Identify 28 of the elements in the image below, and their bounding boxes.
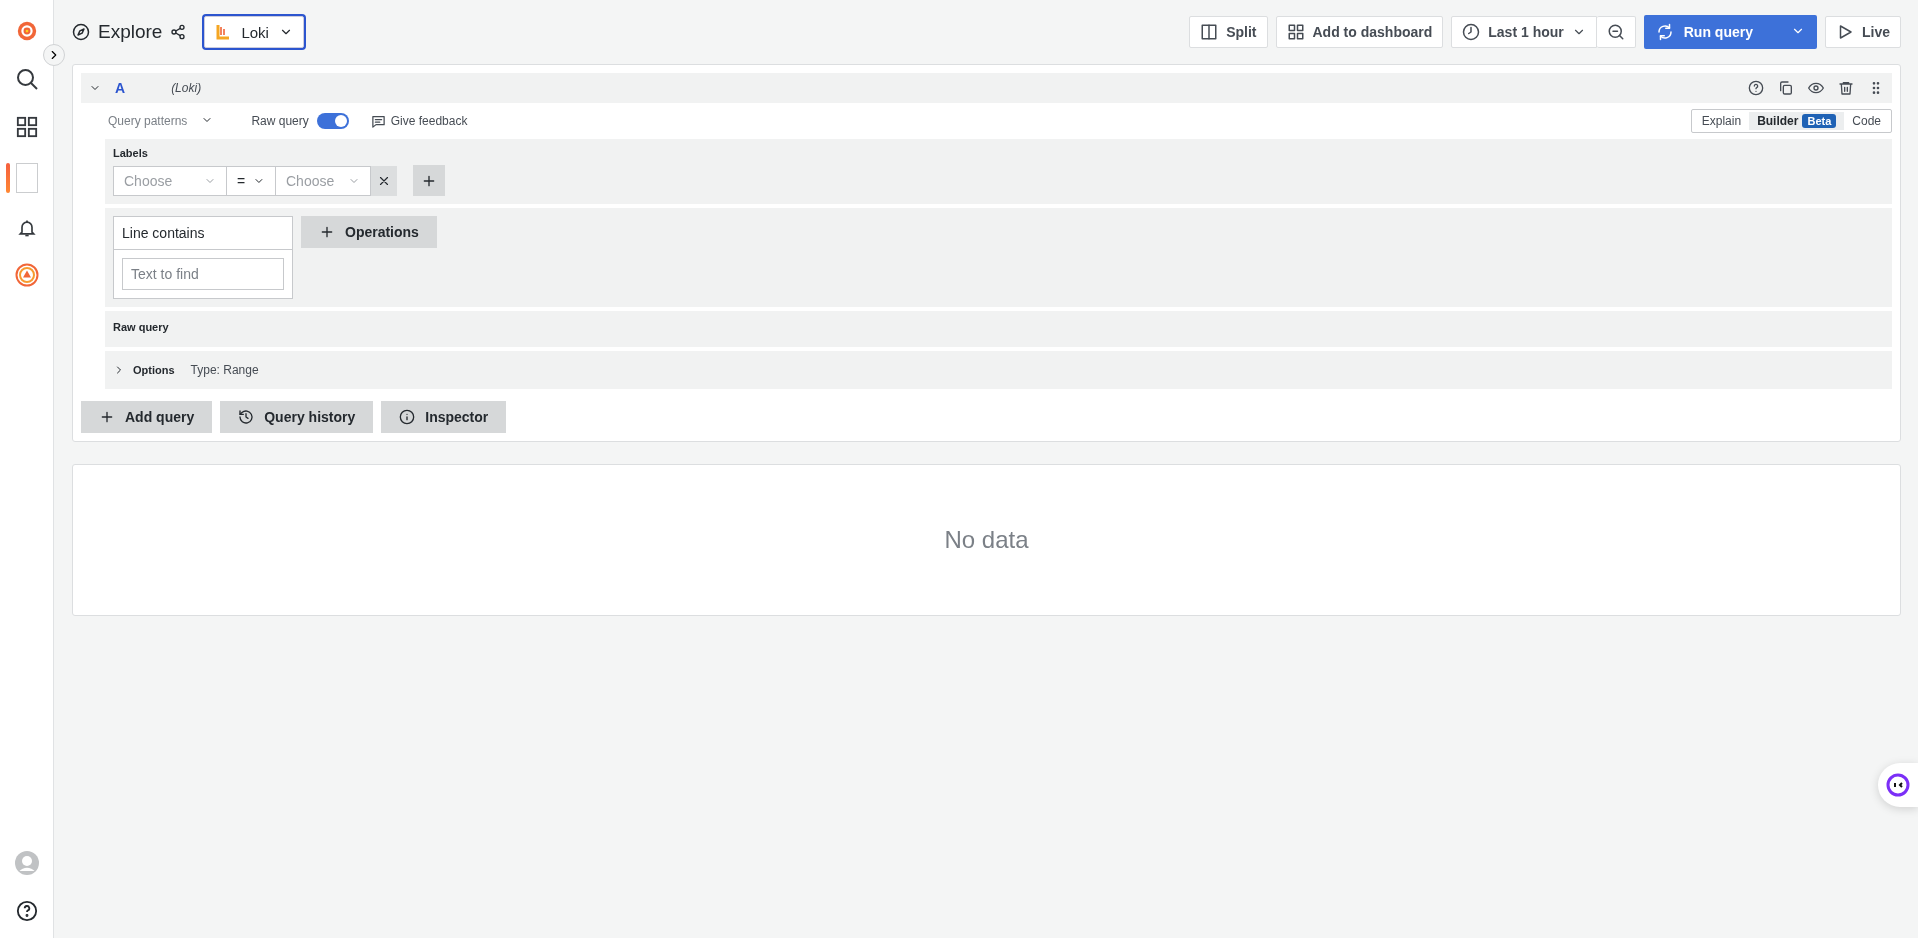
query-letter: A	[115, 80, 126, 96]
query-datasource: (Loki)	[171, 81, 202, 95]
beta-badge: Beta	[1802, 114, 1837, 128]
add-to-dashboard-button[interactable]: Add to dashboard	[1275, 16, 1444, 48]
datasource-picker[interactable]: Loki	[204, 16, 304, 48]
options-title: Options	[133, 364, 175, 376]
run-query-button[interactable]: Run query	[1643, 15, 1817, 49]
operator-select[interactable]: =	[227, 165, 276, 196]
query-action-button[interactable]: Add query	[81, 401, 213, 433]
text-to-find-input[interactable]: Text to find	[122, 258, 284, 290]
mode-tab[interactable]: Code	[1844, 112, 1889, 130]
query-action-button[interactable]: Query history	[220, 401, 374, 433]
live-button[interactable]: Live	[1825, 16, 1901, 48]
mode-tab[interactable]: Builder Beta	[1749, 112, 1845, 130]
section-title: Labels	[113, 147, 149, 159]
section-title: Raw query	[113, 321, 170, 333]
raw-query-label: Raw query	[251, 114, 309, 128]
options-summary: Type: Range	[190, 363, 259, 377]
give-feedback-link[interactable]: Give feedback	[370, 113, 468, 129]
no-data-message: No data	[944, 526, 1029, 554]
split-button[interactable]: Split	[1189, 16, 1268, 48]
mode-tab[interactable]: Explain	[1693, 112, 1750, 130]
query-patterns-dropdown[interactable]: Query patterns	[108, 113, 214, 129]
page-title: Explore	[98, 21, 163, 43]
operation-title: Line contains	[122, 225, 205, 241]
time-range-picker[interactable]: Last 1 hour	[1451, 16, 1597, 48]
query-action-button[interactable]: Inspector	[381, 401, 507, 433]
add-operation-button[interactable]: Operations	[301, 216, 437, 248]
